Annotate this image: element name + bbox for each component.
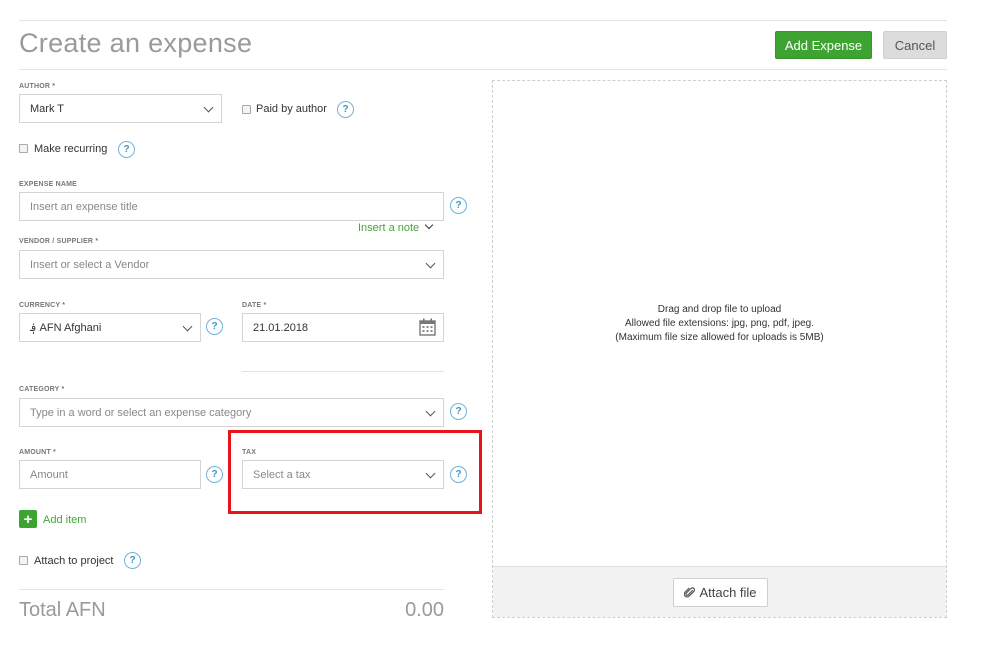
question-circle-icon[interactable]: ? xyxy=(206,466,223,483)
drop-footer: Attach file xyxy=(493,566,946,617)
paperclip-icon xyxy=(684,586,696,597)
currency-select[interactable]: ؋ AFN Afghani xyxy=(19,313,201,342)
vendor-label: VENDOR / SUPPLIER * xyxy=(19,238,99,245)
amount-label: AMOUNT * xyxy=(19,449,56,456)
attach-to-project-checkbox[interactable] xyxy=(19,556,28,565)
amount-input[interactable]: Amount xyxy=(19,460,201,489)
chevron-down-icon xyxy=(425,406,436,417)
date-input[interactable]: 21.01.2018 xyxy=(242,313,444,342)
drop-instructions: Drag and drop file to upload Allowed fil… xyxy=(493,303,946,345)
total-value: 0.00 xyxy=(405,599,444,621)
date-label: DATE * xyxy=(242,302,267,309)
chevron-down-icon xyxy=(203,102,214,113)
currency-label: CURRENCY * xyxy=(19,302,66,309)
calendar-icon[interactable] xyxy=(419,318,436,336)
top-divider xyxy=(19,20,947,21)
vendor-select[interactable]: Insert or select a Vendor xyxy=(19,250,444,279)
make-recurring-label: Make recurring xyxy=(34,143,108,155)
total-divider xyxy=(19,589,444,590)
expense-name-input[interactable]: Insert an expense title xyxy=(19,192,444,221)
amount-placeholder: Amount xyxy=(30,468,68,481)
attach-file-button[interactable]: Attach file xyxy=(673,578,768,607)
add-item-link[interactable]: Add item xyxy=(43,514,86,526)
question-circle-icon[interactable]: ? xyxy=(450,403,467,420)
category-placeholder: Type in a word or select an expense cate… xyxy=(30,406,252,419)
attach-file-label: Attach file xyxy=(699,585,757,600)
drop-line-2: Allowed file extensions: jpg, png, pdf, … xyxy=(624,318,814,329)
insert-note-label: Insert a note xyxy=(358,222,420,234)
date-value: 21.01.2018 xyxy=(253,321,309,334)
tax-highlight-box xyxy=(228,430,482,514)
attach-to-project-label: Attach to project xyxy=(34,555,114,567)
drop-line-3: (Maximum file size allowed for uploads i… xyxy=(615,332,824,343)
total-label: Total AFN xyxy=(19,599,106,621)
chevron-down-icon xyxy=(425,258,436,269)
file-drop-zone[interactable]: Drag and drop file to upload Allowed fil… xyxy=(492,80,947,618)
author-label: AUTHOR * xyxy=(19,83,56,90)
question-circle-icon[interactable]: ? xyxy=(206,318,223,335)
section-divider xyxy=(242,371,444,372)
drop-line-1: Drag and drop file to upload xyxy=(657,304,782,315)
expense-name-placeholder: Insert an expense title xyxy=(30,200,138,213)
author-value: Mark T xyxy=(30,102,65,115)
author-select[interactable]: Mark T xyxy=(19,94,222,123)
header-divider xyxy=(19,69,947,70)
question-circle-icon[interactable]: ? xyxy=(118,141,135,158)
paid-by-author-checkbox[interactable] xyxy=(242,105,251,114)
category-label: CATEGORY * xyxy=(19,386,65,393)
category-select[interactable]: Type in a word or select an expense cate… xyxy=(19,398,444,427)
question-circle-icon[interactable]: ? xyxy=(337,101,354,118)
cancel-button[interactable]: Cancel xyxy=(883,31,947,59)
add-expense-button[interactable]: Add Expense xyxy=(775,31,872,59)
question-circle-icon[interactable]: ? xyxy=(124,552,141,569)
currency-value: ؋ AFN Afghani xyxy=(30,322,102,334)
chevron-down-icon xyxy=(424,220,434,230)
vendor-placeholder: Insert or select a Vendor xyxy=(30,258,150,271)
plus-icon[interactable]: + xyxy=(19,510,37,528)
expense-name-label: EXPENSE NAME xyxy=(19,181,78,188)
page-title: Create an expense xyxy=(19,28,253,58)
make-recurring-checkbox[interactable] xyxy=(19,144,28,153)
chevron-down-icon xyxy=(182,321,193,332)
insert-note-link[interactable]: Insert a note xyxy=(358,220,434,234)
question-circle-icon[interactable]: ? xyxy=(450,197,467,214)
paid-by-author-label: Paid by author xyxy=(256,103,327,115)
